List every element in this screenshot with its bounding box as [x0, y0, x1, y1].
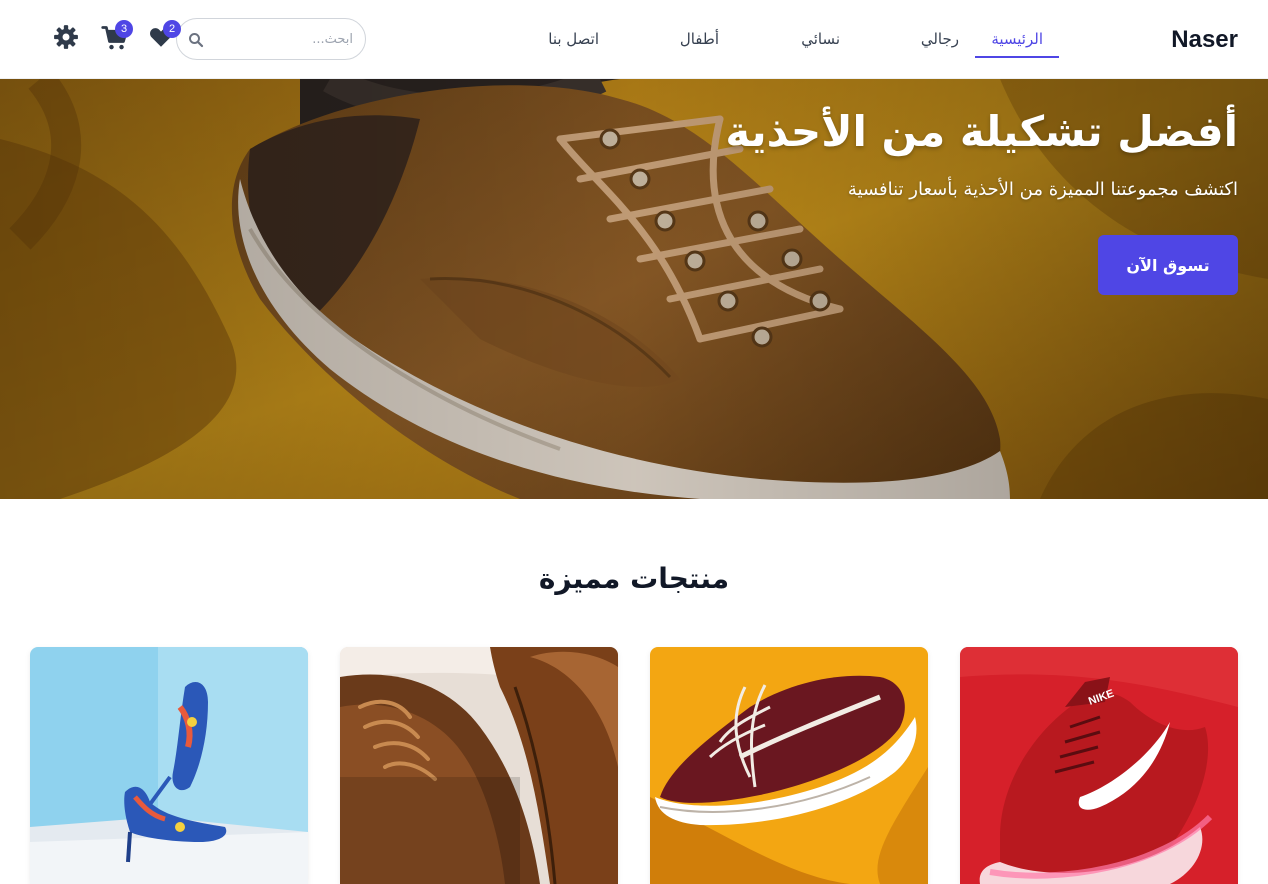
nav-item-contact[interactable]: اتصل بنا — [548, 30, 599, 48]
hero-title: أفضل تشكيلة من الأحذية — [725, 107, 1238, 156]
nav-item-men[interactable]: رجالي — [921, 30, 959, 48]
search-box — [176, 18, 366, 60]
product-card-leather-shoes[interactable] — [340, 647, 618, 884]
nav-item-kids[interactable]: أطفال — [680, 30, 719, 48]
wishlist-button[interactable]: 2 — [148, 20, 181, 52]
featured-products-title: منتجات مميزة — [538, 562, 730, 595]
active-nav-indicator — [975, 56, 1059, 58]
cart-count-badge: 3 — [115, 20, 133, 38]
gear-icon — [54, 25, 78, 49]
maroon-sneaker-image — [650, 647, 928, 884]
nav-item-women[interactable]: نسائي — [801, 30, 840, 48]
search-input[interactable] — [211, 19, 353, 59]
site-logo[interactable]: Naser — [1171, 26, 1238, 54]
product-card-maroon-sneaker[interactable] — [650, 647, 928, 884]
cart-button[interactable]: 3 — [101, 20, 133, 52]
high-heels-image — [30, 647, 308, 884]
settings-button[interactable] — [53, 24, 81, 52]
leather-shoes-image — [340, 647, 618, 884]
wishlist-count-badge: 2 — [163, 20, 181, 38]
red-sneaker-image: NIKE — [960, 647, 1238, 884]
hero-subtitle: اكتشف مجموعتنا المميزة من الأحذية بأسعار… — [847, 179, 1238, 200]
shop-now-button[interactable]: تسوق الآن — [1098, 235, 1238, 295]
search-icon[interactable] — [187, 31, 205, 49]
hero-banner: أفضل تشكيلة من الأحذية اكتشف مجموعتنا ال… — [0, 79, 1268, 499]
product-card-high-heels[interactable] — [30, 647, 308, 884]
product-card-red-sneaker[interactable]: NIKE — [960, 647, 1238, 884]
nav-item-home[interactable]: الرئيسية — [991, 30, 1043, 48]
site-header: Naser الرئيسية رجالي نسائي أطفال اتصل بن… — [0, 0, 1268, 79]
